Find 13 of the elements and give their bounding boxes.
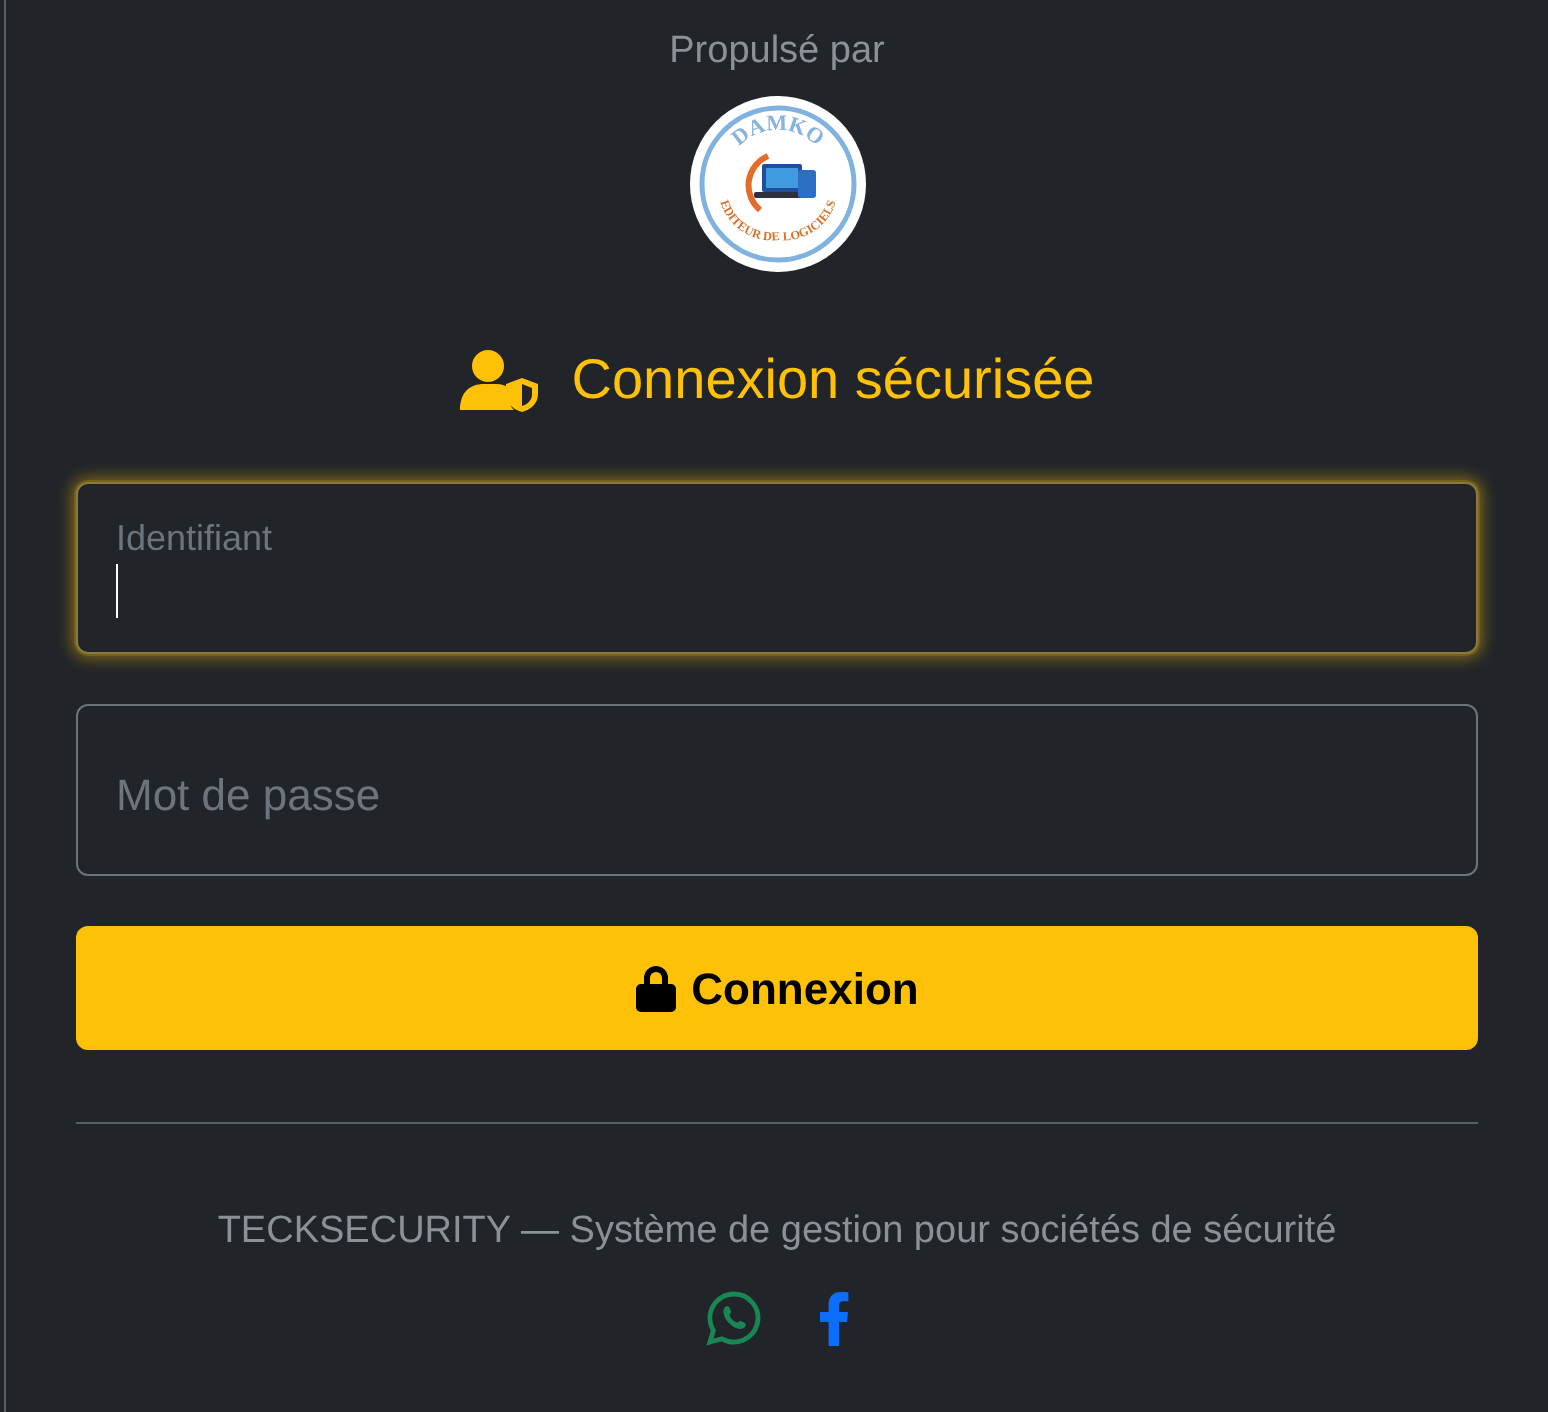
field-label: Identifiant bbox=[116, 516, 273, 562]
login-heading: Connexion sécurisée bbox=[571, 346, 1095, 414]
text-cursor bbox=[116, 564, 118, 618]
whatsapp-icon[interactable] bbox=[705, 1289, 761, 1345]
login-button[interactable]: Connexion bbox=[76, 926, 1478, 1050]
user-shield-icon bbox=[459, 348, 540, 412]
powered-by-text: Propulsé par bbox=[669, 30, 885, 72]
facebook-icon[interactable] bbox=[817, 1289, 849, 1345]
input-field[interactable]: Mot de passe bbox=[76, 704, 1478, 876]
footer-text: TECKSECURITY — Système de gestion pour sociétés de sécurité bbox=[217, 1210, 1337, 1252]
lock-icon bbox=[635, 964, 676, 1012]
input-field[interactable]: Identifiant bbox=[76, 482, 1478, 654]
field-label: Mot de passe bbox=[116, 768, 381, 824]
